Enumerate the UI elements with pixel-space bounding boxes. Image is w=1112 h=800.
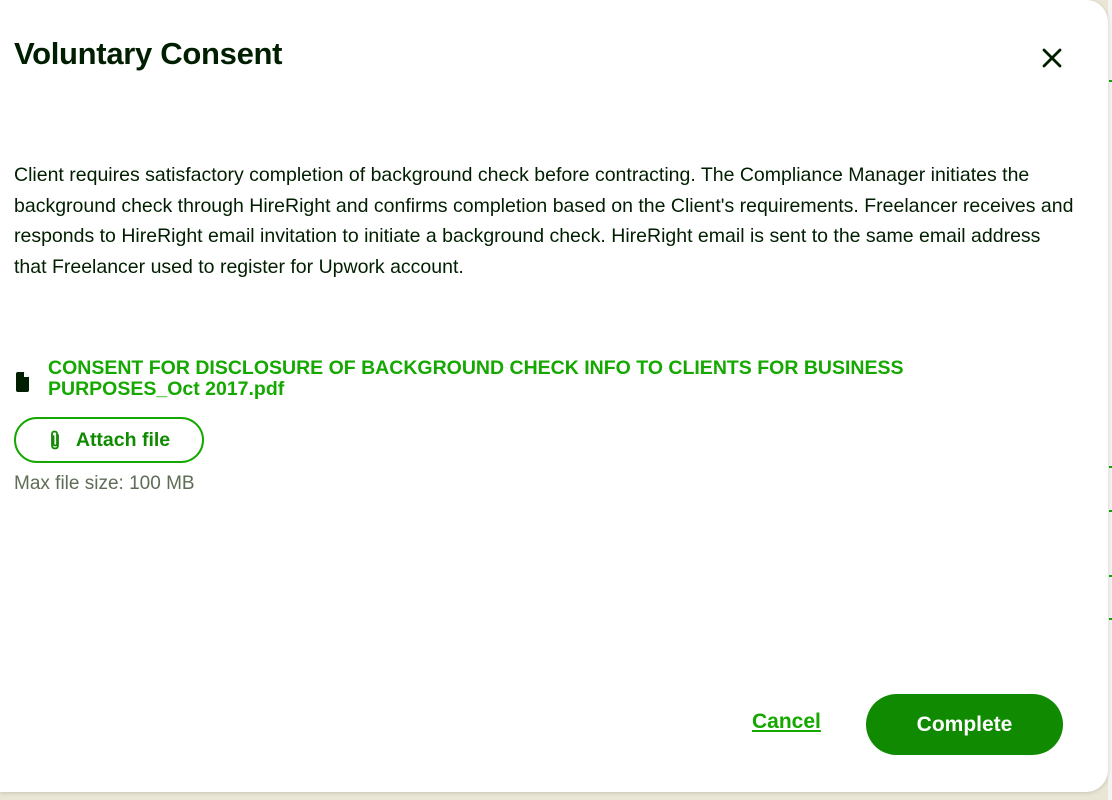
attachment-file-link[interactable]: CONSENT FOR DISCLOSURE OF BACKGROUND CHE… [48,358,1014,400]
complete-button[interactable]: Complete [866,694,1063,755]
dialog-title: Voluntary Consent [14,36,283,71]
document-icon [16,372,29,392]
cancel-button[interactable]: Cancel [752,710,821,734]
voluntary-consent-dialog: Voluntary Consent Client requires satisf… [0,0,1108,792]
attach-file-label: Attach file [75,428,171,451]
attachment-item: CONSENT FOR DISCLOSURE OF BACKGROUND CHE… [14,358,1014,400]
close-button[interactable] [1036,42,1068,74]
close-icon [1042,48,1062,68]
max-file-size-hint: Max file size: 100 MB [14,473,195,494]
background-page-edge [1108,0,1112,800]
dialog-description: Client requires satisfactory completion … [14,164,1074,278]
paperclip-icon [48,429,62,451]
attach-file-button[interactable]: Attach file [14,417,204,463]
